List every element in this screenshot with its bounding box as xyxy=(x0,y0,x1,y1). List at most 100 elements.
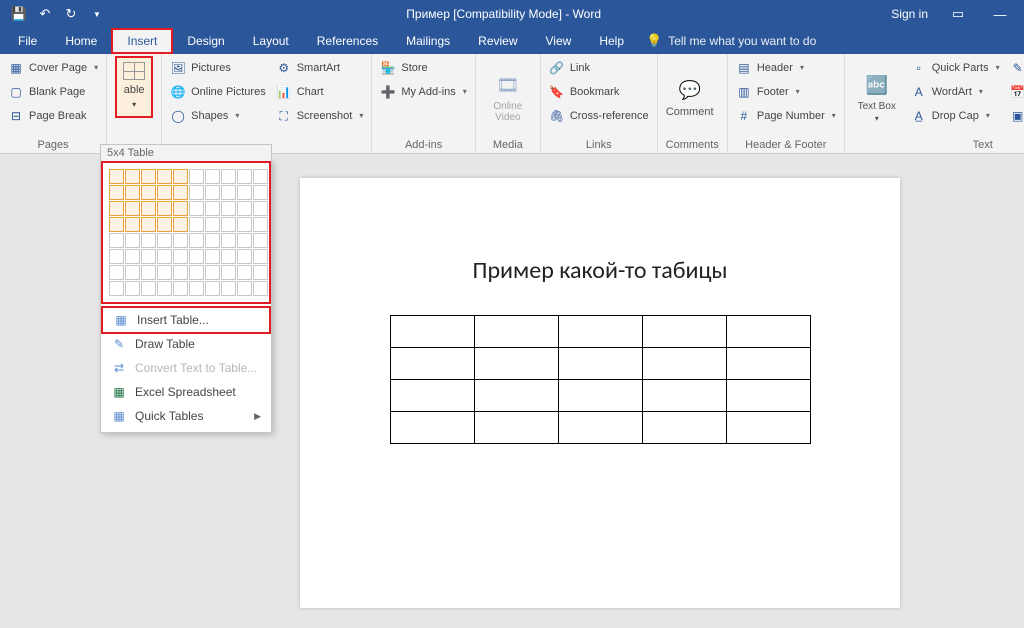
pictures-button[interactable]: 🖼Pictures xyxy=(170,58,266,78)
table-cell[interactable] xyxy=(390,348,474,380)
save-icon[interactable]: 💾 xyxy=(8,3,30,25)
object-button[interactable]: ▣Object▾ xyxy=(1010,106,1024,126)
table-grid-cell[interactable] xyxy=(173,281,188,296)
table-cell[interactable] xyxy=(642,316,726,348)
table-grid-cell[interactable] xyxy=(189,281,204,296)
table-cell[interactable] xyxy=(558,316,642,348)
excel-spreadsheet-menuitem[interactable]: ▦Excel Spreadsheet xyxy=(101,380,271,404)
smartart-button[interactable]: ⚙SmartArt xyxy=(276,58,364,78)
table-grid-cell[interactable] xyxy=(125,217,140,232)
table-grid-cell[interactable] xyxy=(253,233,268,248)
table-grid-cell[interactable] xyxy=(173,249,188,264)
table-grid-cell[interactable] xyxy=(237,217,252,232)
table-grid-cell[interactable] xyxy=(253,185,268,200)
table-grid-cell[interactable] xyxy=(157,185,172,200)
signature-line-button[interactable]: ✎Signature Line▾ xyxy=(1010,58,1024,78)
table-grid-cell[interactable] xyxy=(109,185,124,200)
store-button[interactable]: 🏪Store xyxy=(380,58,466,78)
document-heading[interactable]: Пример какой-то табицы xyxy=(300,256,900,285)
table-grid-cell[interactable] xyxy=(109,281,124,296)
table-cell[interactable] xyxy=(642,412,726,444)
table-grid-cell[interactable] xyxy=(221,233,236,248)
table-grid-cell[interactable] xyxy=(157,233,172,248)
chart-button[interactable]: 📊Chart xyxy=(276,82,364,102)
table-grid-cell[interactable] xyxy=(205,281,220,296)
shapes-button[interactable]: ◯Shapes▾ xyxy=(170,106,266,126)
minimize-icon[interactable]: — xyxy=(988,7,1012,22)
table-grid-cell[interactable] xyxy=(189,249,204,264)
table-grid-cell[interactable] xyxy=(205,217,220,232)
table-grid-cell[interactable] xyxy=(157,201,172,216)
tab-design[interactable]: Design xyxy=(173,28,238,54)
table-cell[interactable] xyxy=(474,380,558,412)
table-grid-cell[interactable] xyxy=(141,249,156,264)
table-button[interactable]: able ▾ xyxy=(115,56,153,118)
table-grid-cell[interactable] xyxy=(253,265,268,280)
undo-icon[interactable]: ↶ xyxy=(34,3,56,25)
table-grid-cell[interactable] xyxy=(109,169,124,184)
table-cell[interactable] xyxy=(726,412,810,444)
table-grid-cell[interactable] xyxy=(157,217,172,232)
table-grid-cell[interactable] xyxy=(205,233,220,248)
table-grid-cell[interactable] xyxy=(221,185,236,200)
table-grid-cell[interactable] xyxy=(157,265,172,280)
table-grid-cell[interactable] xyxy=(173,169,188,184)
table-grid-cell[interactable] xyxy=(221,265,236,280)
text-box-button[interactable]: 🔤 Text Box ▾ xyxy=(853,58,901,137)
table-grid-cell[interactable] xyxy=(109,249,124,264)
table-cell[interactable] xyxy=(558,380,642,412)
table-grid-cell[interactable] xyxy=(221,281,236,296)
table-cell[interactable] xyxy=(390,380,474,412)
tab-view[interactable]: View xyxy=(532,28,586,54)
table-cell[interactable] xyxy=(726,348,810,380)
quick-parts-button[interactable]: ▫Quick Parts▾ xyxy=(911,58,1000,78)
draw-table-menuitem[interactable]: ✎Draw Table xyxy=(101,332,271,356)
blank-page-button[interactable]: ▢Blank Page xyxy=(8,82,98,102)
cross-reference-button[interactable]: 🖇Cross-reference xyxy=(549,106,649,126)
table-cell[interactable] xyxy=(474,412,558,444)
tab-references[interactable]: References xyxy=(303,28,392,54)
table-cell[interactable] xyxy=(390,412,474,444)
table-grid-cell[interactable] xyxy=(141,169,156,184)
document-page[interactable]: Пример какой-то табицы xyxy=(300,178,900,608)
table-grid-cell[interactable] xyxy=(205,185,220,200)
table-grid-cell[interactable] xyxy=(189,265,204,280)
sign-in-link[interactable]: Sign in xyxy=(891,7,928,21)
table-grid-cell[interactable] xyxy=(237,201,252,216)
table-cell[interactable] xyxy=(642,380,726,412)
cover-page-button[interactable]: ▦Cover Page▾ xyxy=(8,58,98,78)
table-grid-cell[interactable] xyxy=(125,249,140,264)
table-grid-cell[interactable] xyxy=(221,201,236,216)
table-grid-cell[interactable] xyxy=(141,233,156,248)
table-grid-cell[interactable] xyxy=(173,233,188,248)
table-grid-cell[interactable] xyxy=(141,265,156,280)
table-cell[interactable] xyxy=(474,316,558,348)
table-grid-cell[interactable] xyxy=(125,201,140,216)
table-cell[interactable] xyxy=(558,348,642,380)
table-grid-cell[interactable] xyxy=(189,217,204,232)
tab-insert[interactable]: Insert xyxy=(111,28,173,54)
table-grid-cell[interactable] xyxy=(109,201,124,216)
document-table[interactable] xyxy=(390,315,811,444)
table-grid-cell[interactable] xyxy=(141,201,156,216)
drop-cap-button[interactable]: A̲Drop Cap▾ xyxy=(911,106,1000,126)
tab-home[interactable]: Home xyxy=(51,28,111,54)
table-grid-cell[interactable] xyxy=(253,217,268,232)
tab-review[interactable]: Review xyxy=(464,28,531,54)
insert-table-menuitem[interactable]: ▦Insert Table... xyxy=(103,308,269,332)
tab-file[interactable]: File xyxy=(0,28,51,54)
table-grid-cell[interactable] xyxy=(253,201,268,216)
table-grid-cell[interactable] xyxy=(141,281,156,296)
table-grid-cell[interactable] xyxy=(253,249,268,264)
tab-help[interactable]: Help xyxy=(585,28,638,54)
table-cell[interactable] xyxy=(726,316,810,348)
quick-tables-menuitem[interactable]: ▦Quick Tables▶ xyxy=(101,404,271,428)
table-grid-cell[interactable] xyxy=(125,281,140,296)
table-grid-cell[interactable] xyxy=(125,265,140,280)
table-grid-cell[interactable] xyxy=(237,249,252,264)
qat-dropdown-icon[interactable]: ▼ xyxy=(86,3,108,25)
table-grid-cell[interactable] xyxy=(173,185,188,200)
table-grid-cell[interactable] xyxy=(109,265,124,280)
table-grid-cell[interactable] xyxy=(189,169,204,184)
ribbon-options-icon[interactable]: ▭ xyxy=(946,6,970,22)
